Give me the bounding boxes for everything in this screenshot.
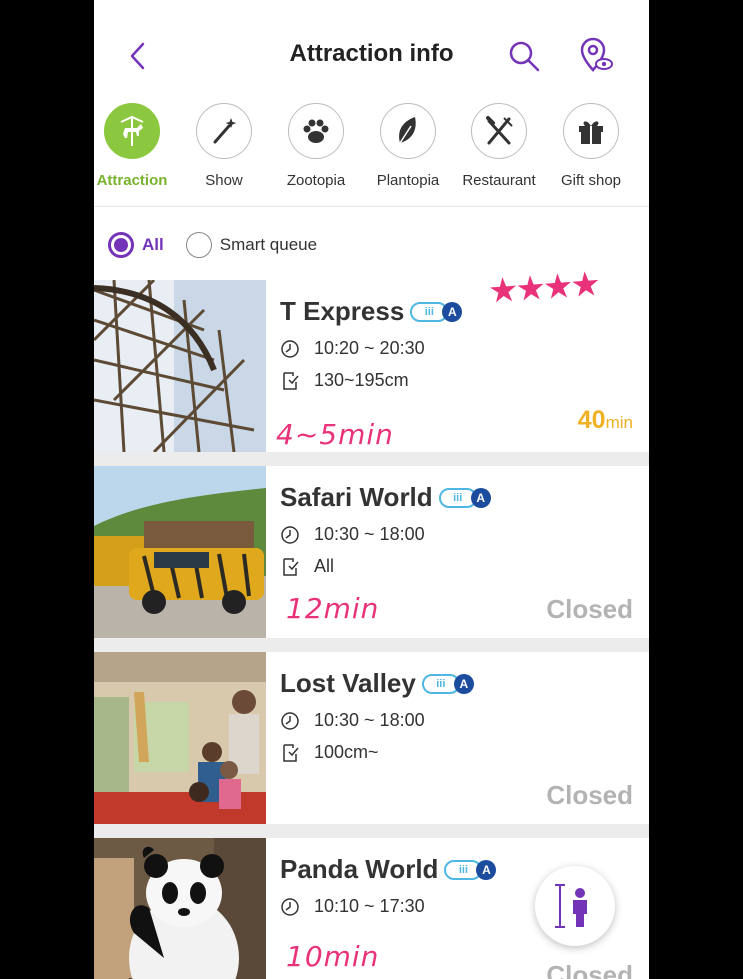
fork-knife-icon <box>471 103 527 159</box>
tab-show[interactable]: Show <box>178 103 270 189</box>
badge-letter: A <box>470 487 491 508</box>
filter-smart-queue-label[interactable]: Smart queue <box>220 235 317 255</box>
hours-row: 10:20 ~ 20:30 <box>280 338 425 359</box>
clock-icon <box>281 525 299 544</box>
smart-queue-badge: iii A <box>438 487 491 508</box>
tab-label: Plantopia <box>376 172 440 189</box>
height-check-button[interactable] <box>535 866 615 946</box>
map-location-button[interactable] <box>576 36 616 76</box>
handwritten-note: 12min <box>286 592 380 625</box>
page-title: Attraction info <box>289 40 454 67</box>
tab-restaurant[interactable]: Restaurant <box>453 103 545 189</box>
badge-letter: A <box>476 859 497 880</box>
tab-label: Show <box>205 172 243 189</box>
attraction-title: Lost Valley <box>280 668 416 698</box>
attraction-card[interactable]: Safari World iii A 10:30 ~ 18:00 All Clos… <box>94 466 649 638</box>
smart-queue-badge: iii A <box>421 673 474 694</box>
attraction-photo <box>94 652 266 824</box>
restriction-row: All <box>280 556 334 577</box>
category-tabs: Attraction Show Zootopia Plantopia Resta… <box>94 100 649 207</box>
tab-label: Zootopia <box>286 172 346 189</box>
handwritten-stars: ★★★★ <box>486 265 600 311</box>
restriction-text: 130~195cm <box>314 370 409 390</box>
restriction-row: 100cm~ <box>280 742 379 763</box>
wait-unit: min <box>605 413 633 432</box>
header: Attraction info <box>94 0 649 100</box>
restriction-row: 130~195cm <box>280 370 409 391</box>
filter-all-label[interactable]: All <box>142 235 164 255</box>
attraction-name: Panda World iii A <box>280 854 497 885</box>
tab-plantopia[interactable]: Plantopia <box>362 103 454 189</box>
attraction-title: Safari World <box>280 482 433 512</box>
filter-all-radio[interactable] <box>108 232 134 258</box>
restriction-text: All <box>314 556 335 576</box>
paw-icon <box>288 103 344 159</box>
badge-letter: A <box>442 301 463 322</box>
status-closed: Closed <box>546 960 633 979</box>
clock-icon <box>281 339 299 358</box>
attraction-name: Lost Valley iii A <box>280 668 474 699</box>
hours-text: 10:20 ~ 20:30 <box>314 338 425 358</box>
hours-row: 10:30 ~ 18:00 <box>280 710 425 731</box>
status-closed: Closed <box>546 780 633 810</box>
hours-text: 10:10 ~ 17:30 <box>314 896 425 916</box>
card-divider <box>94 638 649 652</box>
leaf-icon <box>380 103 436 159</box>
hours-text: 10:30 ~ 18:00 <box>314 710 425 730</box>
attraction-title: Panda World <box>280 854 439 884</box>
attraction-photo <box>94 280 266 452</box>
filter-smart-queue-radio[interactable] <box>185 232 212 258</box>
attraction-name: Safari World iii A <box>280 482 491 513</box>
height-restriction-icon <box>283 743 299 762</box>
queue-filter: All Smart queue <box>108 229 339 261</box>
search-button[interactable] <box>506 38 542 74</box>
handwritten-note: 10min <box>286 940 380 973</box>
tab-label: Gift shop <box>560 172 622 189</box>
badge-letter: A <box>453 673 474 694</box>
hours-text: 10:30 ~ 18:00 <box>314 524 425 544</box>
hours-row: 10:30 ~ 18:00 <box>280 524 425 545</box>
search-icon <box>509 41 540 72</box>
attraction-photo <box>94 838 266 979</box>
attraction-title: T Express <box>280 296 405 326</box>
status-closed: Closed <box>546 594 633 624</box>
restriction-text: 100cm~ <box>314 742 379 762</box>
magic-wand-icon <box>196 103 252 159</box>
tab-label: Restaurant <box>462 172 536 189</box>
card-divider <box>94 824 649 838</box>
clock-icon <box>281 897 299 916</box>
tab-attraction[interactable]: Attraction <box>94 103 178 189</box>
clock-icon <box>281 711 299 730</box>
attraction-card[interactable]: Lost Valley iii A 10:30 ~ 18:00 100cm~ Cl… <box>94 652 649 824</box>
height-restriction-icon <box>283 371 299 390</box>
height-restriction-icon <box>283 557 299 576</box>
gift-icon <box>563 103 619 159</box>
attraction-photo <box>94 466 266 638</box>
card-divider <box>94 452 649 466</box>
app-screen: Attraction info Attraction Show Zootopia… <box>94 0 649 979</box>
smart-queue-badge: iii A <box>410 301 463 322</box>
map-pin-eye-icon <box>580 37 613 72</box>
tab-label: Attraction <box>96 172 168 189</box>
hours-row: 10:10 ~ 17:30 <box>280 896 425 917</box>
tab-gift-shop[interactable]: Gift shop <box>545 103 637 189</box>
carousel-horse-icon <box>104 103 160 159</box>
height-measure-icon <box>555 884 587 928</box>
handwritten-note: 4~5min <box>276 418 394 451</box>
smart-queue-badge: iii A <box>444 859 497 880</box>
wait-value: 40 <box>577 406 606 434</box>
attraction-name: T Express iii A <box>280 296 463 327</box>
tab-zootopia[interactable]: Zootopia <box>270 103 362 189</box>
wait-time: 40min <box>578 406 633 435</box>
